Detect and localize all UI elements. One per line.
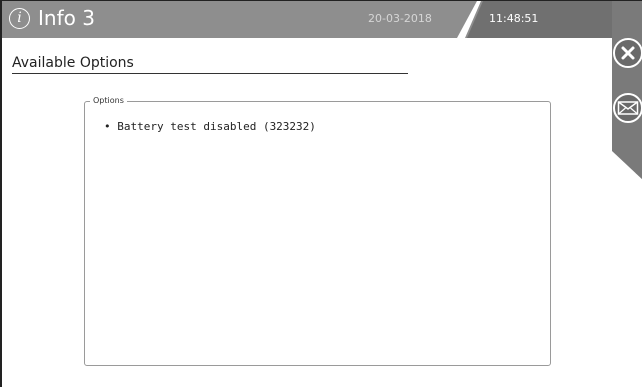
- info-icon: i: [9, 8, 30, 29]
- header-bar: i Info 3 20-03-2018 11:48:51: [2, 1, 642, 38]
- mail-button[interactable]: [613, 93, 642, 123]
- section-divider: [12, 73, 408, 74]
- options-legend: Options: [90, 95, 127, 106]
- app-frame: i Info 3 20-03-2018 11:48:51 Available O…: [0, 0, 642, 387]
- close-button[interactable]: [613, 38, 642, 68]
- close-icon: [621, 46, 635, 60]
- mail-icon: [617, 101, 639, 115]
- page-title: Info 3: [38, 6, 95, 30]
- section-title: Available Options: [12, 55, 134, 71]
- option-list-item: • Battery test disabled (323232): [104, 120, 316, 133]
- date-display: 20-03-2018: [368, 12, 432, 25]
- options-group-box: [84, 101, 551, 366]
- time-display: 11:48:51: [489, 12, 539, 25]
- side-panel: [612, 1, 642, 181]
